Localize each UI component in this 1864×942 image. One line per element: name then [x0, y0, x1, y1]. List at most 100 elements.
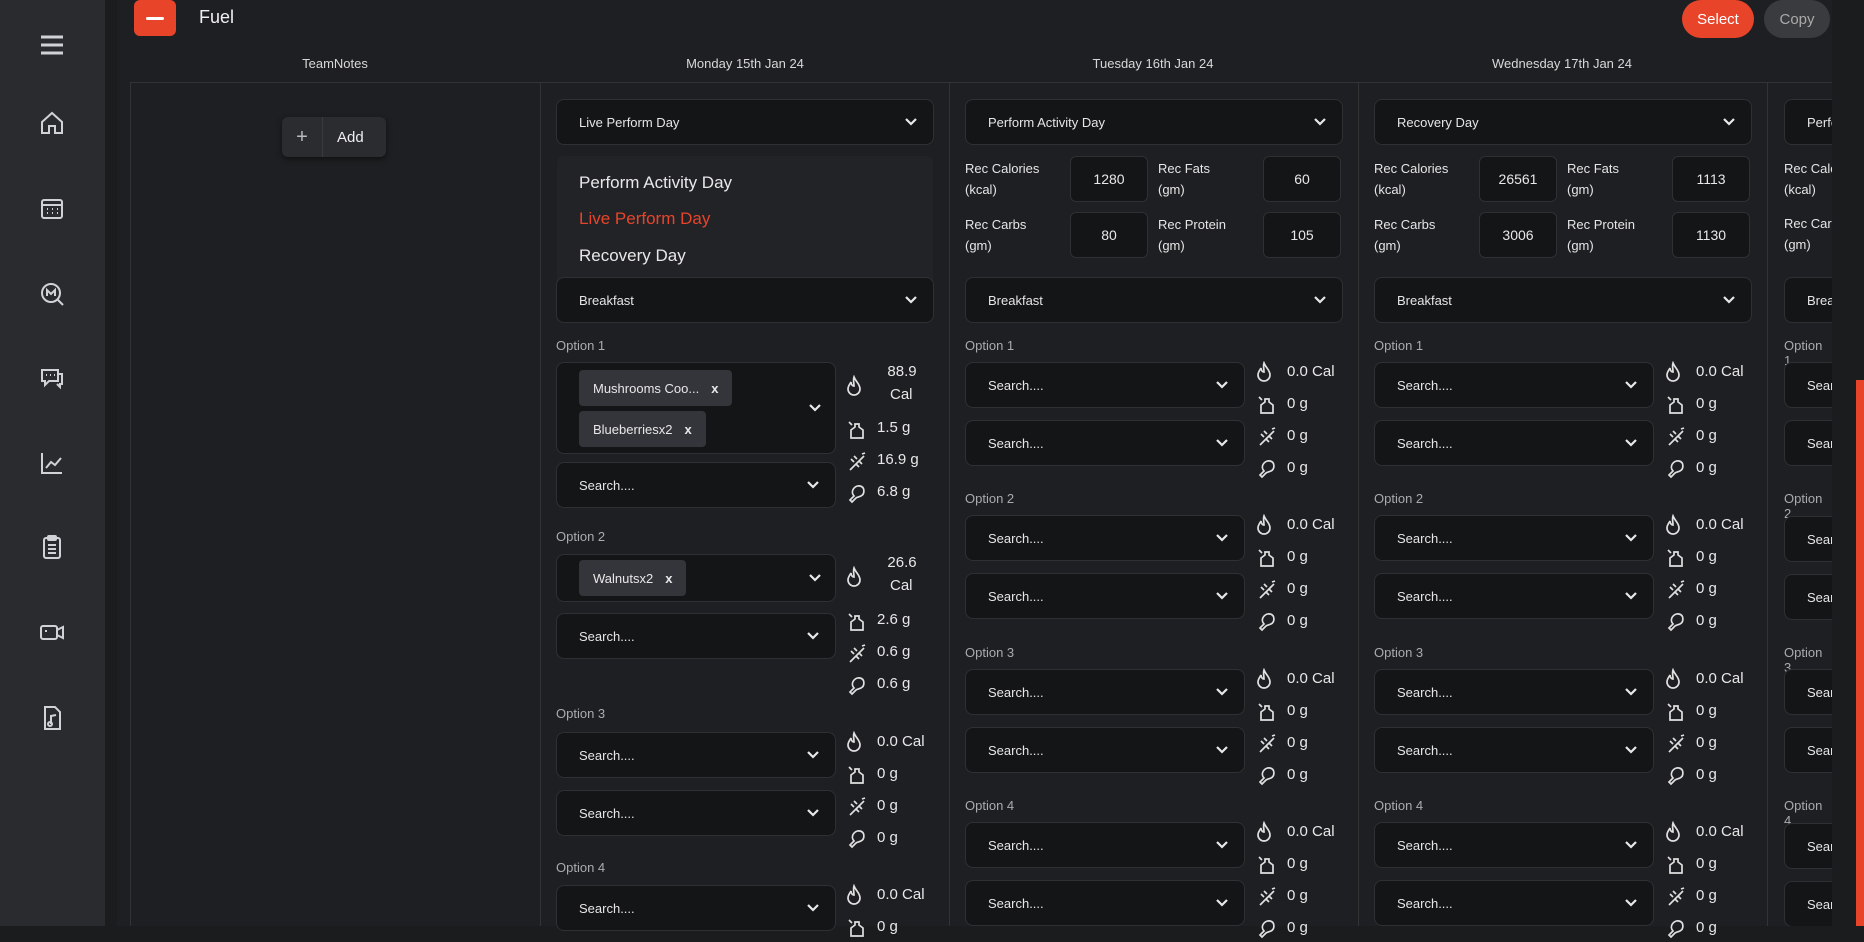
rec-carbs-input[interactable]: 80 — [1070, 212, 1148, 258]
chevron-down-icon — [1623, 895, 1639, 911]
search-placeholder: Search.... — [579, 747, 635, 763]
food-multiselect[interactable]: Mushrooms Coo... x Blueberriesx2 x — [556, 362, 836, 454]
rec-protein-label: Rec Protein (gm) — [1567, 217, 1635, 253]
rec-carbs-label: Rec Carbs (gm) — [1374, 217, 1436, 253]
food-search-select[interactable]: Search.... — [1374, 362, 1654, 408]
menu-item-recovery-day[interactable]: Recovery Day — [579, 246, 686, 266]
carbs-value: 0 g — [877, 797, 898, 814]
food-search-select[interactable]: Search.... — [1374, 822, 1654, 868]
meal-value: Breakfast — [579, 292, 634, 308]
meal-select[interactable]: Breakfast — [1374, 277, 1752, 323]
food-search-select[interactable]: Search.... — [965, 515, 1245, 561]
calories-flame-icon — [1253, 513, 1275, 536]
column-header-monday: Monday 15th Jan 24 — [686, 56, 804, 71]
meal-select[interactable]: Brea — [1784, 277, 1832, 323]
day-type-select[interactable]: Perform Activity Day — [965, 99, 1343, 145]
remove-tag-icon[interactable]: x — [685, 422, 692, 437]
fat-value: 0 g — [1696, 702, 1717, 719]
protein-value: 0 g — [1287, 612, 1308, 629]
food-search-select[interactable]: Sear — [1784, 574, 1832, 620]
calories-flame-icon — [1662, 667, 1684, 690]
food-search-select[interactable]: Search.... — [965, 420, 1245, 466]
calories-value: 0.0 Cal — [1287, 670, 1335, 687]
rec-carbs-input[interactable]: 3006 — [1479, 212, 1557, 258]
fat-icon — [1665, 700, 1687, 722]
video-icon[interactable] — [32, 612, 72, 652]
search-placeholder: Search.... — [579, 628, 635, 644]
messages-icon[interactable] — [32, 274, 72, 314]
food-search-select[interactable]: Search.... — [556, 885, 836, 931]
chevron-down-icon — [1721, 292, 1737, 308]
calories-value: 0.0 Cal — [1696, 363, 1744, 380]
day-type-select[interactable]: Recovery Day — [1374, 99, 1752, 145]
day-type-select[interactable]: Live Perform Day — [556, 99, 934, 145]
chevron-down-icon — [903, 114, 919, 130]
food-search-select[interactable]: Search.... — [1374, 669, 1654, 715]
clipboard-icon[interactable] — [32, 527, 72, 567]
protein-value: 0 g — [1696, 919, 1717, 936]
calories-flame-icon — [843, 374, 865, 397]
food-search-select[interactable]: Sear — [1784, 881, 1832, 926]
food-search-select[interactable]: Sear — [1784, 823, 1832, 869]
menu-item-live-perform-day[interactable]: Live Perform Day — [579, 209, 710, 229]
remove-tag-icon[interactable]: x — [665, 571, 672, 586]
search-placeholder: Search.... — [1397, 895, 1453, 911]
rec-fats-input[interactable]: 60 — [1263, 156, 1341, 202]
fat-icon — [846, 610, 868, 632]
add-note-button[interactable]: + Add — [282, 117, 386, 157]
food-search-select[interactable]: Sear — [1784, 362, 1832, 408]
rec-calories-input[interactable]: 26561 — [1479, 156, 1557, 202]
food-tag: Mushrooms Coo... x — [579, 370, 733, 406]
option-label: Option 1 — [1374, 338, 1424, 353]
food-search-select[interactable]: Search.... — [1374, 515, 1654, 561]
select-button[interactable]: Select — [1682, 0, 1754, 38]
food-search-select[interactable]: Sear — [1784, 516, 1832, 562]
food-search-select[interactable]: Search.... — [1374, 420, 1654, 466]
day-type-select[interactable]: Perfo — [1784, 99, 1832, 145]
chevron-down-icon — [1623, 588, 1639, 604]
menu-item-perform-activity-day[interactable]: Perform Activity Day — [579, 173, 732, 193]
remove-tag-icon[interactable]: x — [711, 381, 718, 396]
chevron-down-icon — [1623, 742, 1639, 758]
meal-select[interactable]: Breakfast — [556, 277, 934, 323]
calendar-icon[interactable] — [32, 188, 72, 228]
food-search-select[interactable]: Search.... — [1374, 880, 1654, 926]
search-placeholder: Search.... — [988, 588, 1044, 604]
chevron-down-icon — [1623, 530, 1639, 546]
food-search-select[interactable]: Sear — [1784, 669, 1832, 715]
food-search-select[interactable]: Search.... — [1374, 573, 1654, 619]
rec-protein-input[interactable]: 105 — [1263, 212, 1341, 258]
chevron-down-icon — [1214, 377, 1230, 393]
protein-drumstick-icon — [1256, 610, 1278, 632]
food-search-select[interactable]: Search.... — [556, 613, 836, 659]
food-multiselect[interactable]: Walnutsx2 x — [556, 554, 836, 602]
home-icon[interactable] — [32, 103, 72, 143]
collapse-button[interactable] — [134, 0, 176, 36]
meal-select[interactable]: Breakfast — [965, 277, 1343, 323]
food-search-select[interactable]: Search.... — [965, 573, 1245, 619]
fat-value: 0 g — [877, 765, 898, 782]
analytics-icon[interactable] — [32, 443, 72, 483]
food-search-select[interactable]: Search.... — [965, 880, 1245, 926]
protein-value: 6.8 g — [877, 483, 911, 500]
rec-fats-input[interactable]: 1113 — [1672, 156, 1750, 202]
food-search-select[interactable]: Search.... — [965, 727, 1245, 773]
chat-icon[interactable] — [32, 357, 72, 397]
rec-protein-input[interactable]: 1130 — [1672, 212, 1750, 258]
food-search-select[interactable]: Sear — [1784, 727, 1832, 773]
food-search-select[interactable]: Search.... — [556, 732, 836, 778]
food-search-select[interactable]: Sear — [1784, 420, 1832, 466]
food-search-select[interactable]: Search.... — [556, 790, 836, 836]
menu-icon[interactable] — [32, 25, 72, 65]
food-search-select[interactable]: Search.... — [1374, 727, 1654, 773]
food-search-select[interactable]: Search.... — [556, 462, 836, 508]
food-search-select[interactable]: Search.... — [965, 362, 1245, 408]
document-icon[interactable] — [32, 698, 72, 738]
food-search-select[interactable]: Search.... — [965, 822, 1245, 868]
search-placeholder: Search.... — [579, 805, 635, 821]
meal-value: Breakfast — [1397, 292, 1452, 308]
rec-calories-input[interactable]: 1280 — [1070, 156, 1148, 202]
food-search-select[interactable]: Search.... — [965, 669, 1245, 715]
scrollbar-thumb[interactable] — [1856, 380, 1864, 926]
protein-value: 0 g — [877, 829, 898, 846]
